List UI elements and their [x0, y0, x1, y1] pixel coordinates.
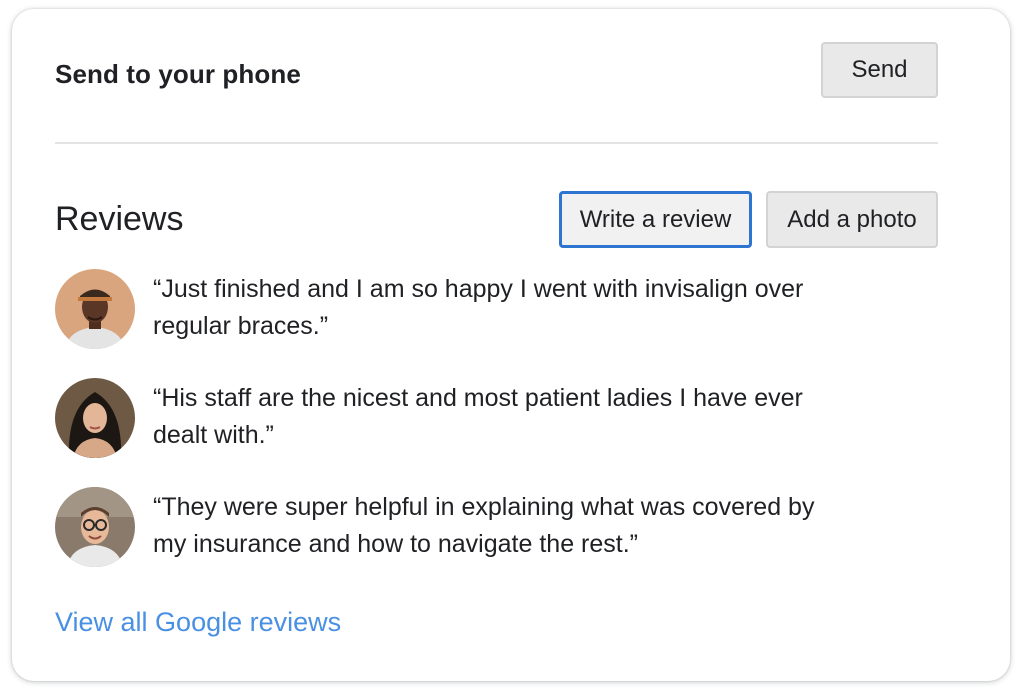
add-photo-button[interactable]: Add a photo — [766, 191, 938, 248]
review-quote-line: “Just finished and I am so happy I went … — [153, 275, 804, 303]
section-divider — [55, 142, 938, 144]
send-button[interactable]: Send — [821, 42, 938, 98]
review-item: “Just finished and I am so happy I went … — [55, 269, 935, 349]
reviews-heading: Reviews — [55, 200, 184, 238]
business-card: Send to your phone Send Reviews Write a … — [12, 9, 1010, 681]
review-item: “They were super helpful in explaining w… — [55, 487, 935, 567]
view-all-reviews-link[interactable]: View all Google reviews — [55, 607, 341, 638]
review-quote-line: “They were super helpful in explaining w… — [153, 493, 815, 521]
review-quote-line: my insurance and how to navigate the res… — [153, 530, 638, 558]
review-item: “His staff are the nicest and most patie… — [55, 378, 935, 458]
review-quote-line: dealt with.” — [153, 421, 274, 449]
reviewer-avatar-3 — [55, 487, 135, 567]
review-quote: “His staff are the nicest and most patie… — [153, 380, 913, 454]
reviewer-avatar-2 — [55, 378, 135, 458]
review-quote: “Just finished and I am so happy I went … — [153, 271, 913, 345]
review-quote-line: regular braces.” — [153, 312, 329, 340]
write-review-button[interactable]: Write a review — [559, 191, 752, 248]
send-to-phone-title: Send to your phone — [55, 59, 301, 89]
review-quote-line: “His staff are the nicest and most patie… — [153, 384, 803, 412]
reviewer-avatar-1 — [55, 269, 135, 349]
review-quote: “They were super helpful in explaining w… — [153, 489, 913, 563]
